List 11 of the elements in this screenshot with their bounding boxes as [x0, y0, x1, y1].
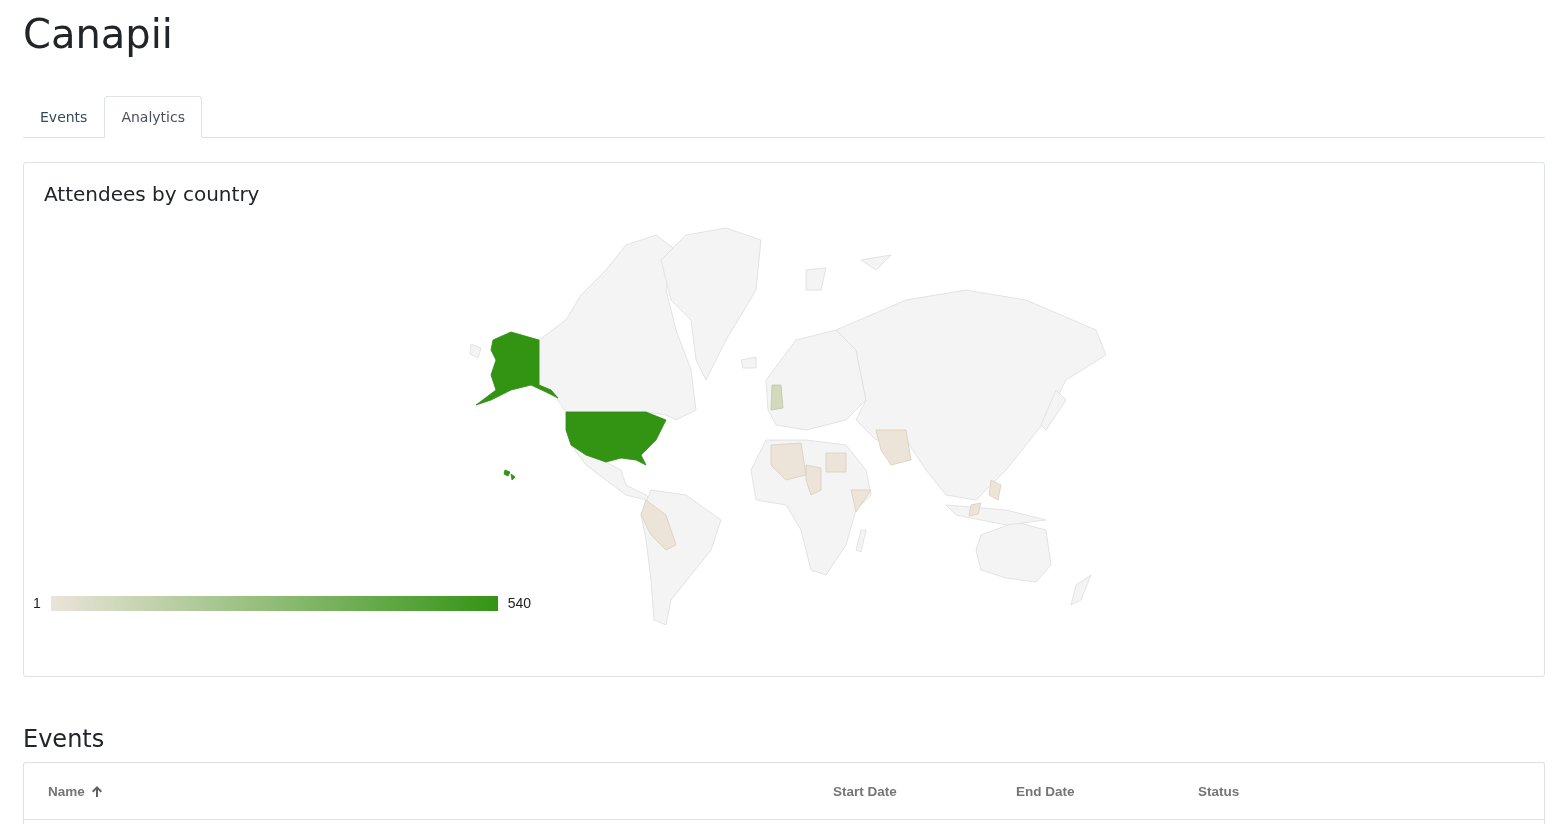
column-header[interactable]: Start Date	[833, 783, 897, 799]
column-header[interactable]: End Date	[1016, 783, 1075, 799]
card-title: Attendees by country	[44, 182, 261, 206]
tab[interactable]: Analytics	[104, 96, 202, 138]
app-title: Canapii	[23, 10, 174, 58]
column-header[interactable]: Status	[1198, 783, 1240, 799]
section-title: Events	[23, 725, 106, 754]
tab[interactable]: Events	[23, 96, 105, 138]
column-header[interactable]: Name	[48, 783, 102, 799]
legend-min-value: 1	[33, 594, 41, 612]
legend-max-value: 540	[507, 594, 532, 612]
